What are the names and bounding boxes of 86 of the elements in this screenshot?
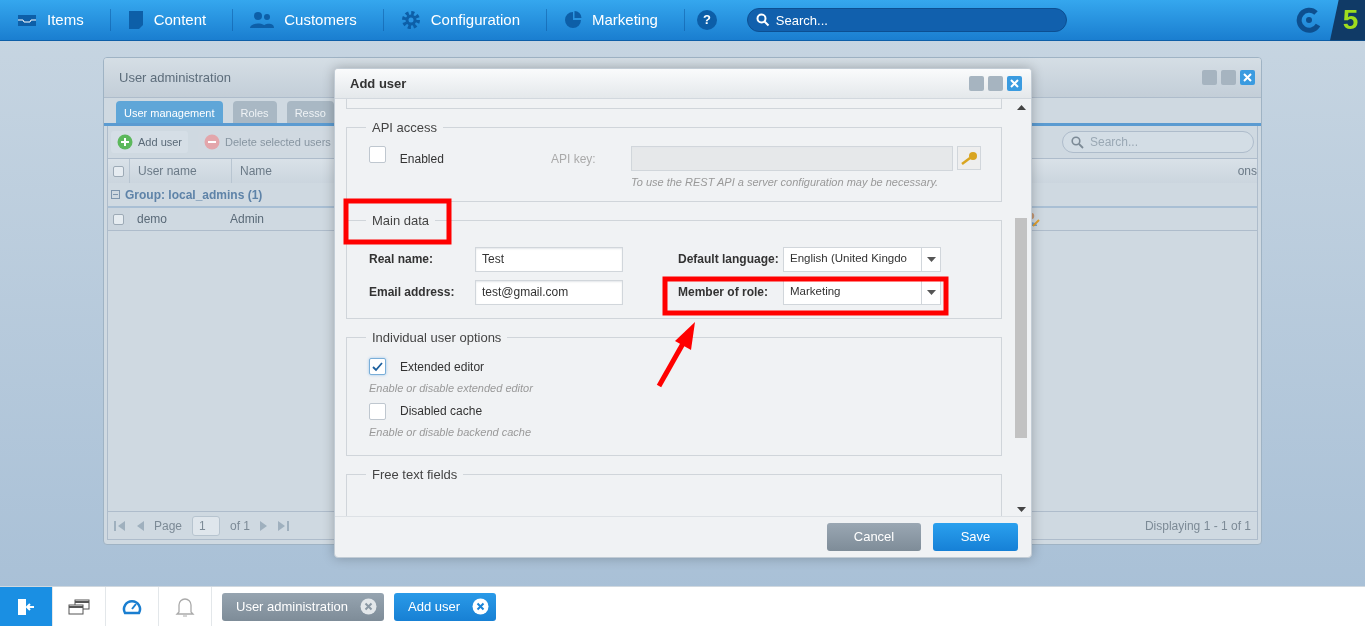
people-icon — [250, 11, 275, 29]
paging-status: Displaying 1 - 1 of 1 — [1144, 517, 1251, 535]
close-icon[interactable] — [360, 598, 377, 615]
dropdown[interactable]: English (United Kingdo — [783, 246, 941, 272]
page-count: of 1 — [230, 517, 251, 535]
key-icon — [960, 151, 978, 165]
menu-item[interactable]: Customers — [284, 8, 357, 32]
checkbox-label: Enabled — [399, 151, 445, 168]
previous-page-icon[interactable] — [136, 519, 144, 532]
input-field[interactable]: test@gmail.com — [475, 279, 623, 305]
save-button[interactable]: Save — [933, 523, 1018, 551]
annotation-arrow — [656, 322, 695, 388]
hint-text: Enable or disable extended editor — [369, 380, 534, 396]
checkbox-label: Extended editor — [400, 358, 485, 376]
section-title: Individual user options — [371, 330, 503, 344]
page-field[interactable]: 1 — [192, 515, 221, 536]
gear-icon — [400, 10, 421, 30]
tray-icon — [17, 13, 37, 27]
checkbox[interactable] — [369, 146, 386, 163]
key-button[interactable] — [957, 146, 981, 170]
swirl-icon — [1296, 7, 1322, 33]
search-field[interactable]: Search... — [746, 8, 1067, 32]
group-label: Group: local_admins (1) — [125, 186, 263, 204]
field-label: Real name: — [369, 251, 435, 268]
menu-item[interactable]: Configuration — [430, 8, 520, 32]
exit-button[interactable] — [0, 586, 53, 626]
tab[interactable]: User management — [116, 101, 223, 123]
scroll-down-icon[interactable] — [1016, 507, 1026, 512]
add-button[interactable]: Add user — [111, 130, 189, 154]
page-label: Page — [154, 517, 183, 535]
menu-item[interactable]: Marketing — [592, 8, 658, 32]
plus-icon — [117, 134, 133, 150]
first-page-icon[interactable] — [114, 519, 126, 532]
menu-item[interactable]: Content — [153, 8, 207, 32]
document-icon — [127, 10, 144, 30]
column-header[interactable]: ons — [1237, 162, 1257, 180]
search-field[interactable]: Search... — [1062, 131, 1254, 153]
search-icon — [755, 13, 770, 27]
search-icon — [1071, 135, 1084, 149]
hint-text: To use the REST API a server configuration may be necessary. — [631, 175, 940, 190]
field-label: API key: — [550, 151, 597, 168]
scroll-up-icon[interactable] — [1016, 105, 1026, 110]
exit-door-icon — [17, 597, 35, 616]
section-title: API access — [371, 121, 439, 134]
minus-icon — [204, 134, 221, 150]
field-label: Email address: — [369, 284, 456, 301]
minimize-button[interactable] — [1202, 70, 1217, 85]
close-button[interactable] — [1240, 70, 1255, 85]
close-button[interactable] — [1007, 76, 1022, 91]
minimize-button[interactable] — [969, 76, 984, 91]
table-cell-text: Admin — [230, 211, 265, 228]
help-button[interactable]: ? — [696, 10, 717, 30]
windows-icon — [68, 598, 90, 615]
column-header[interactable]: Name — [240, 162, 272, 180]
collapse-icon[interactable] — [111, 190, 120, 199]
field-label: Member of role: — [678, 284, 769, 301]
bell-icon — [175, 595, 195, 618]
caret-icon — [926, 289, 936, 295]
checkbox[interactable] — [113, 165, 124, 177]
table-cell-text: demo — [136, 211, 169, 228]
field-label: Default language: — [678, 251, 780, 268]
hint-text: Enable or disable backend cache — [369, 425, 533, 440]
section-title: Free text fields — [371, 467, 459, 481]
last-page-icon[interactable] — [278, 519, 291, 532]
caret-icon — [926, 256, 936, 262]
section-title: Main data — [371, 213, 431, 227]
gauge-icon — [122, 597, 142, 616]
checkbox[interactable] — [369, 358, 386, 375]
tab[interactable]: Roles — [232, 101, 277, 123]
logo: 5 — [1330, 0, 1365, 41]
input-field[interactable]: Test — [475, 246, 623, 272]
tab[interactable]: Resso — [286, 101, 334, 123]
task-button[interactable]: Add user — [394, 592, 497, 621]
next-page-icon[interactable] — [260, 519, 269, 532]
task-button[interactable]: User administration — [222, 592, 384, 621]
pie-chart-icon — [564, 11, 582, 29]
menu-item[interactable]: Items — [47, 8, 84, 32]
checkbox[interactable] — [369, 402, 386, 420]
cancel-button[interactable]: Cancel — [827, 523, 921, 551]
checkbox-label: Disabled cache — [400, 403, 483, 420]
checkbox[interactable] — [113, 213, 124, 225]
column-header[interactable]: User name — [138, 162, 197, 180]
scrollbar-thumb[interactable] — [1015, 218, 1027, 438]
dialog-title: Add user — [350, 74, 407, 93]
window-title: User administration — [119, 68, 231, 87]
close-icon[interactable] — [472, 598, 490, 615]
